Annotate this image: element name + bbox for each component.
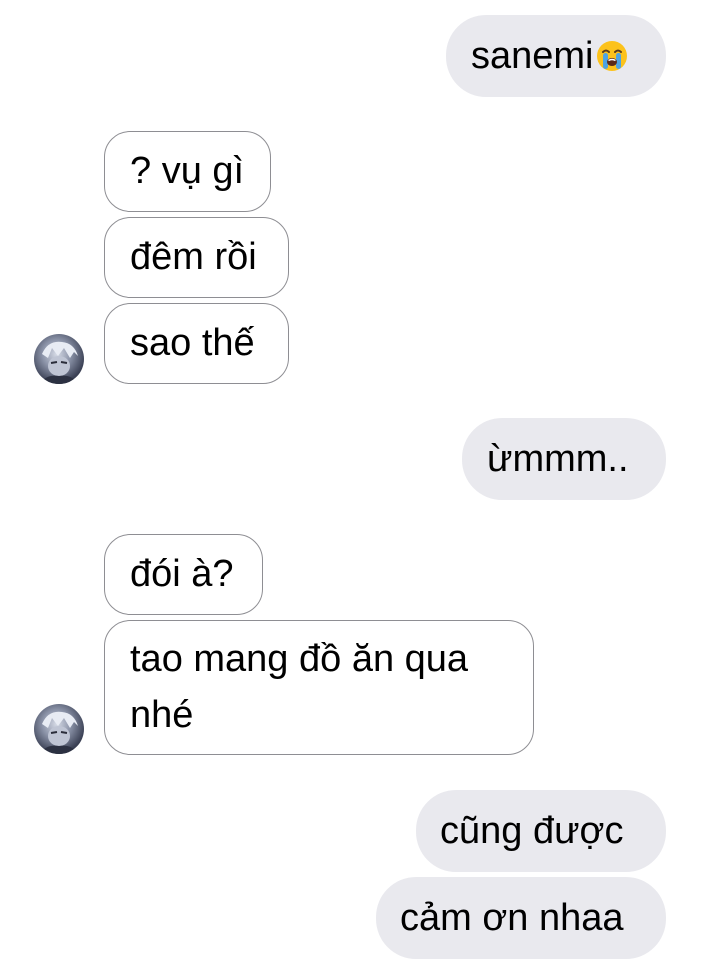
message-bubble-incoming[interactable]: sao thế <box>104 303 289 384</box>
message-text-line-2: nhé <box>130 694 194 736</box>
message-text: sanemi <box>471 35 594 77</box>
message-bubble-incoming[interactable]: đêm rồi <box>104 217 289 298</box>
message-bubble-outgoing[interactable]: cảm ơn nhaa <box>376 877 666 959</box>
message-text: ừmmm.. <box>487 438 629 480</box>
message-bubble-outgoing[interactable]: ừmmm.. <box>462 418 666 500</box>
contact-avatar[interactable] <box>34 704 84 754</box>
message-bubble-outgoing[interactable]: cũng được <box>416 790 666 872</box>
message-text: sao thế <box>130 322 255 364</box>
message-bubble-outgoing[interactable]: sanemi <box>446 15 666 97</box>
loudly-crying-face-icon <box>596 32 628 71</box>
message-text: ? vụ gì <box>130 150 245 192</box>
message-bubble-incoming[interactable]: tao mang đồ ăn qua nhé <box>104 620 534 755</box>
message-text: đêm rồi <box>130 236 257 278</box>
message-bubble-incoming[interactable]: ? vụ gì <box>104 131 271 212</box>
contact-avatar[interactable] <box>34 334 84 384</box>
message-text: đói à? <box>130 553 234 595</box>
message-text: cũng được <box>440 810 624 852</box>
message-text-line-1: tao mang đồ ăn qua <box>130 638 469 680</box>
message-text: cảm ơn nhaa <box>400 897 624 939</box>
message-bubble-incoming[interactable]: đói à? <box>104 534 263 615</box>
